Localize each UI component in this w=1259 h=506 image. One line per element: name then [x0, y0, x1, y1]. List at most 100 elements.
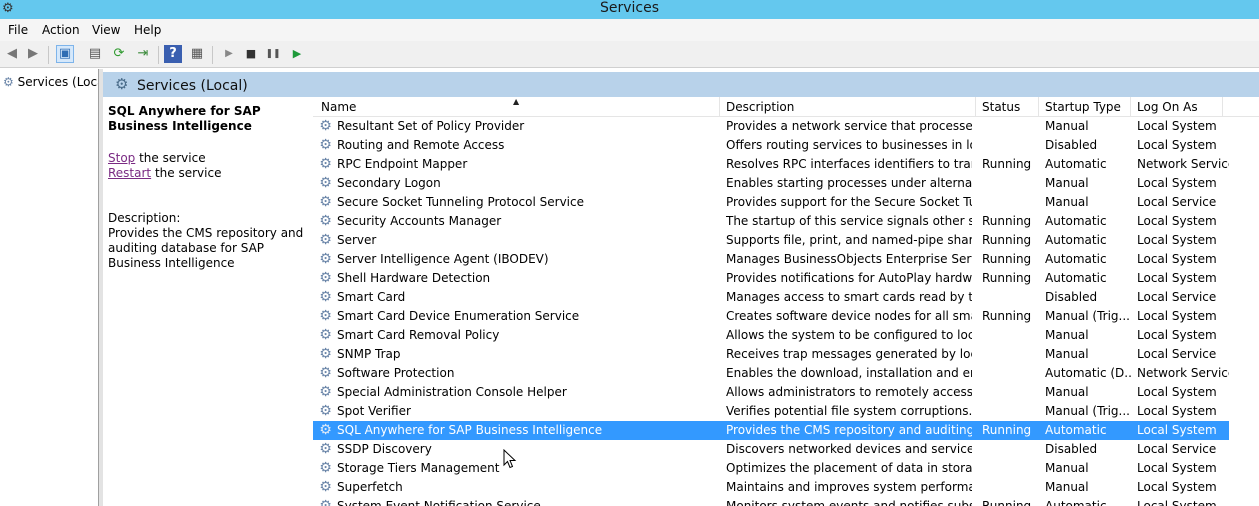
- service-name: Routing and Remote Access: [337, 138, 505, 152]
- service-name: System Event Notification Service: [337, 499, 541, 506]
- description-text: Provides the CMS repository and auditing…: [108, 226, 304, 270]
- service-status: [982, 326, 1042, 345]
- service-log-on-as: Local System: [1137, 404, 1217, 418]
- forward-button[interactable]: ▶: [24, 45, 42, 63]
- pause-service-button[interactable]: ❚❚: [264, 45, 282, 63]
- service-description: Creates software device nodes for all sm…: [726, 309, 972, 323]
- gear-icon: ⚙: [319, 422, 332, 438]
- service-row[interactable]: ⚙ Server Intelligence Agent (IBODEV) Manag…: [313, 250, 1229, 269]
- service-row[interactable]: ⚙ Special Administration Console Helper Al…: [313, 383, 1229, 402]
- column-header-name[interactable]: Name ▲: [315, 97, 720, 117]
- column-header-status-label: Status: [982, 100, 1021, 114]
- service-row[interactable]: ⚙ Smart Card Removal Policy Allows the sys…: [313, 326, 1229, 345]
- service-row[interactable]: ⚙ Software Protection Enables the download…: [313, 364, 1229, 383]
- play-icon: ▶: [225, 48, 233, 59]
- service-row[interactable]: ⚙ Smart Card Device Enumeration Service Cr…: [313, 307, 1229, 326]
- service-startup-type: Manual: [1045, 328, 1089, 342]
- console-tree: ⚙ Services (Local): [0, 69, 99, 506]
- tree-item-services-local[interactable]: ⚙ Services (Local): [3, 74, 98, 90]
- service-description: Manages access to smart cards read by th…: [726, 290, 972, 304]
- pause-icon: ❚❚: [265, 49, 281, 59]
- service-row[interactable]: ⚙ Superfetch Maintains and improves system…: [313, 478, 1229, 497]
- gear-icon: ⚙: [319, 403, 332, 419]
- gear-icon: ⚙: [3, 75, 14, 89]
- column-header-description[interactable]: Description: [720, 97, 976, 117]
- service-startup-type: Manual (Trig...: [1045, 404, 1130, 418]
- restart-service-button[interactable]: ▶: [288, 45, 306, 63]
- service-row[interactable]: ⚙ Shell Hardware Detection Provides notifi…: [313, 269, 1229, 288]
- service-row[interactable]: ⚙ Secure Socket Tunneling Protocol Servic…: [313, 193, 1229, 212]
- sort-ascending-icon: ▲: [513, 97, 520, 106]
- service-startup-type: Disabled: [1045, 290, 1098, 304]
- service-log-on-as: Network Service: [1137, 366, 1229, 380]
- service-row[interactable]: ⚙ RPC Endpoint Mapper Resolves RPC interfa…: [313, 155, 1229, 174]
- service-startup-type: Manual: [1045, 347, 1089, 361]
- service-row[interactable]: ⚙ SQL Anywhere for SAP Business Intellige…: [313, 421, 1229, 440]
- service-row[interactable]: ⚙ Spot Verifier Verifies potential file sy…: [313, 402, 1229, 421]
- service-row[interactable]: ⚙ SSDP Discovery Discovers networked devic…: [313, 440, 1229, 459]
- toolbar-separator: [48, 46, 49, 64]
- service-status: [982, 459, 1042, 478]
- toolbar-separator: [158, 46, 159, 64]
- service-startup-type: Automatic: [1045, 423, 1107, 437]
- service-name: Secure Socket Tunneling Protocol Service: [337, 195, 584, 209]
- service-status: [982, 383, 1042, 402]
- service-row[interactable]: ⚙ Resultant Set of Policy Provider Provide…: [313, 117, 1229, 136]
- mouse-cursor-icon: [503, 449, 517, 469]
- window-title: Services: [599, 0, 660, 16]
- service-log-on-as: Local System: [1137, 214, 1217, 228]
- service-row[interactable]: ⚙ Server Supports file, print, and named-p…: [313, 231, 1229, 250]
- service-row[interactable]: ⚙ Routing and Remote Access Offers routing…: [313, 136, 1229, 155]
- service-startup-type: Manual: [1045, 385, 1089, 399]
- gear-icon: ⚙: [319, 498, 332, 506]
- service-row[interactable]: ⚙ Security Accounts Manager The startup of…: [313, 212, 1229, 231]
- service-name: Spot Verifier: [337, 404, 411, 418]
- service-status: Running: [982, 233, 1032, 247]
- services-list[interactable]: Name ▲ Description Status Startup Type L…: [313, 97, 1259, 506]
- stop-service-button[interactable]: ■: [242, 45, 260, 63]
- service-row[interactable]: ⚙ System Event Notification Service Monito…: [313, 497, 1229, 506]
- service-status: Running: [982, 157, 1032, 171]
- column-header-log-on-as[interactable]: Log On As: [1131, 97, 1223, 117]
- service-name: SQL Anywhere for SAP Business Intelligen…: [337, 423, 603, 437]
- service-description: Provides a network service that processe…: [726, 119, 972, 133]
- properties-button[interactable]: ▤: [86, 45, 104, 63]
- service-name: Server Intelligence Agent (IBODEV): [337, 252, 549, 266]
- gear-icon: ⚙: [319, 137, 332, 153]
- service-row[interactable]: ⚙ Storage Tiers Management Optimizes the p…: [313, 459, 1229, 478]
- service-row[interactable]: ⚙ SNMP Trap Receives trap messages generat…: [313, 345, 1229, 364]
- service-description: Enables starting processes under alterna…: [726, 176, 972, 190]
- service-name: Resultant Set of Policy Provider: [337, 119, 525, 133]
- service-status: Running: [982, 271, 1032, 285]
- show-action-pane-button[interactable]: ▦: [188, 45, 206, 63]
- toolbar-separator: [212, 46, 213, 64]
- menu-action[interactable]: Action: [42, 23, 80, 37]
- service-description: Provides support for the Secure Socket T…: [726, 195, 972, 209]
- service-name: Smart Card Removal Policy: [337, 328, 500, 342]
- refresh-button[interactable]: ⟳: [110, 45, 128, 63]
- stop-service-link[interactable]: Stop: [108, 151, 135, 165]
- restart-service-link[interactable]: Restart: [108, 166, 151, 180]
- service-status: [982, 117, 1042, 136]
- service-startup-type: Manual: [1045, 176, 1089, 190]
- service-row[interactable]: ⚙ Smart Card Manages access to smart cards…: [313, 288, 1229, 307]
- column-header-startup-type[interactable]: Startup Type: [1039, 97, 1131, 117]
- service-description: Enables the download, installation and e…: [726, 366, 972, 380]
- stop-icon: ■: [245, 47, 257, 60]
- back-button[interactable]: ◀: [3, 45, 21, 63]
- service-startup-type: Automatic: [1045, 214, 1107, 228]
- show-hide-console-tree-button[interactable]: ▣: [56, 45, 74, 63]
- service-log-on-as: Local Service: [1137, 290, 1217, 304]
- service-status: Running: [982, 252, 1032, 266]
- service-row[interactable]: ⚙ Secondary Logon Enables starting process…: [313, 174, 1229, 193]
- menu-help[interactable]: Help: [134, 23, 161, 37]
- start-service-button[interactable]: ▶: [220, 45, 238, 63]
- menu-file[interactable]: File: [8, 23, 28, 37]
- column-header-startup-type-label: Startup Type: [1045, 100, 1121, 114]
- help-button[interactable]: ?: [164, 45, 182, 63]
- column-header-status[interactable]: Status: [976, 97, 1039, 117]
- menu-view[interactable]: View: [92, 23, 120, 37]
- service-description: Receives trap messages generated by loca…: [726, 347, 972, 361]
- export-list-button[interactable]: ⇥: [134, 45, 152, 63]
- service-startup-type: Manual: [1045, 195, 1089, 209]
